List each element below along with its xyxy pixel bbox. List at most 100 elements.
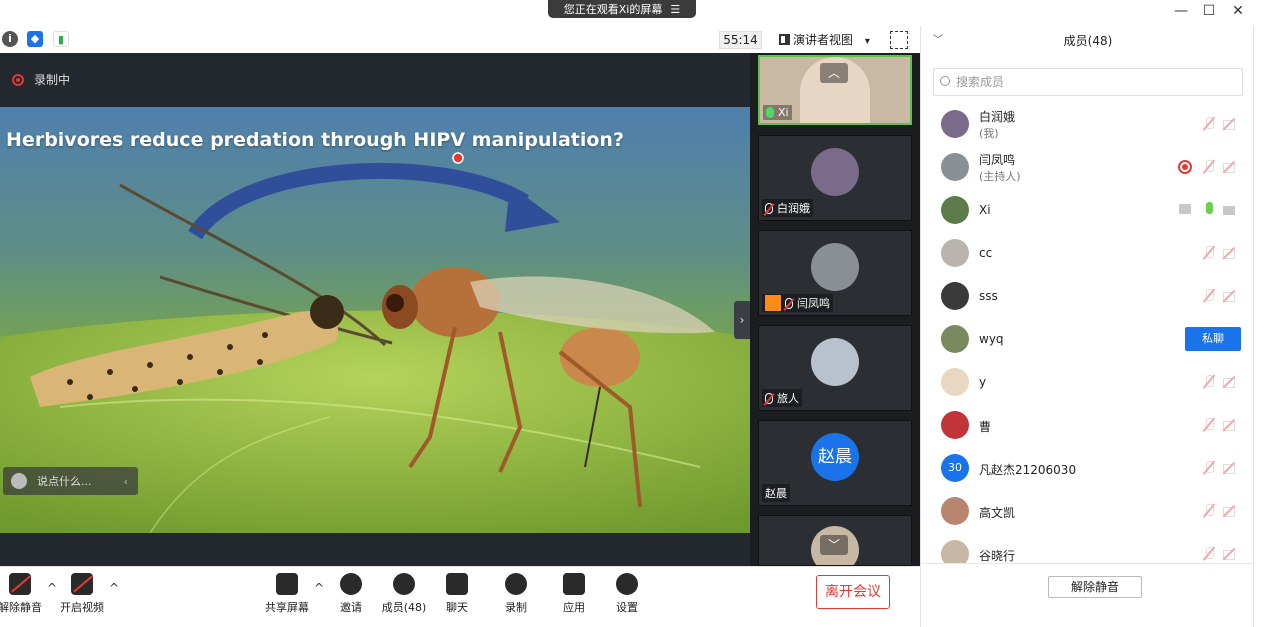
chat-label: 聊天	[446, 601, 468, 614]
title-bar: 您正在观看Xi的屏幕 ☰ — ☐ ✕	[0, 0, 1267, 26]
close-button[interactable]: ✕	[1228, 2, 1248, 20]
settings-button[interactable]: 设置	[597, 573, 657, 615]
leave-meeting-button[interactable]: 离开会议	[816, 575, 890, 609]
member-name: wyq	[979, 332, 1004, 346]
camera-off-icon[interactable]	[1223, 117, 1237, 131]
member-row[interactable]: cc	[921, 233, 1255, 273]
mic-muted-icon[interactable]	[1202, 289, 1216, 303]
member-row[interactable]: Xi	[921, 190, 1255, 230]
camera-off-icon[interactable]	[1223, 160, 1237, 174]
member-row[interactable]: sss	[921, 276, 1255, 316]
member-name: 闫凤鸣	[979, 153, 1016, 167]
start-video-button[interactable]: 开启视频	[52, 573, 112, 615]
shared-screen-stage: 录制中 Herbivores reduce predation through …	[0, 53, 750, 566]
share-screen-button[interactable]: 共享屏幕	[257, 573, 317, 615]
member-name: 凡赵杰21206030	[979, 463, 1077, 477]
tile-name: Xi	[778, 106, 789, 119]
member-row[interactable]: 30 凡赵杰21206030	[921, 448, 1255, 488]
chevron-left-icon[interactable]: ‹	[124, 475, 128, 488]
mic-muted-icon[interactable]	[1202, 117, 1216, 131]
share-banner-text: 您正在观看Xi的屏幕	[563, 3, 663, 16]
shield-icon[interactable]: ◆	[27, 31, 43, 47]
camera-off-icon[interactable]	[1223, 246, 1237, 260]
screen-share-icon	[1179, 204, 1191, 214]
collapse-panel-icon[interactable]: ﹀	[933, 26, 943, 56]
record-button[interactable]: 录制	[486, 573, 546, 615]
private-chat-button[interactable]: 私聊	[1185, 327, 1241, 351]
screen-share-banner[interactable]: 您正在观看Xi的屏幕 ☰	[548, 0, 696, 18]
camera-off-icon[interactable]	[1223, 289, 1237, 303]
apps-button[interactable]: 应用	[544, 573, 604, 615]
gallery-scroll-down-button[interactable]: ﹀	[820, 535, 848, 555]
members-button[interactable]: 成员(48)	[374, 573, 434, 615]
member-row[interactable]: 白润娥 (我)	[921, 104, 1255, 144]
view-mode-dropdown[interactable]: 演讲者视图 ▾	[773, 31, 881, 49]
video-tile[interactable]: 白润娥	[758, 135, 912, 221]
mic-muted-icon[interactable]	[1202, 375, 1216, 389]
avatar	[941, 368, 969, 396]
member-row[interactable]: 高文凯	[921, 491, 1255, 531]
member-name: cc	[979, 246, 993, 260]
recording-icon	[1178, 160, 1192, 174]
member-row[interactable]: wyq 私聊	[921, 319, 1255, 359]
member-name: 谷晓行	[979, 549, 1016, 563]
member-row[interactable]: 曹	[921, 405, 1255, 445]
camera-off-icon[interactable]	[1223, 375, 1237, 389]
tile-name: 旅人	[777, 392, 799, 405]
add-user-icon	[340, 573, 362, 595]
window-edge	[1254, 26, 1267, 627]
mic-muted-icon[interactable]	[1202, 418, 1216, 432]
expand-gallery-button[interactable]: ›	[734, 301, 750, 339]
chat-bubble-icon	[446, 573, 468, 595]
mic-muted-icon[interactable]	[1202, 504, 1216, 518]
mic-muted-icon[interactable]	[1202, 547, 1216, 561]
tile-label: 旅人	[762, 389, 802, 407]
meeting-timer: 55:14	[719, 31, 762, 49]
emoji-icon[interactable]	[11, 473, 27, 489]
chat-quick-input[interactable]: 说点什么... ‹	[3, 467, 138, 495]
avatar: 30	[941, 454, 969, 482]
share-screen-icon	[276, 573, 298, 595]
video-tile[interactable]: 闫凤鸣	[758, 230, 912, 316]
member-row[interactable]: 谷晓行	[921, 534, 1255, 563]
video-options-caret[interactable]: ^	[109, 581, 119, 595]
settings-label: 设置	[616, 601, 638, 614]
mic-on-icon[interactable]	[1206, 202, 1213, 214]
member-row[interactable]: 闫凤鸣 (主持人)	[921, 147, 1255, 187]
speaker-view-icon	[779, 34, 790, 45]
video-tile[interactable]: 旅人	[758, 325, 912, 411]
video-tile[interactable]: 赵晨 赵晨	[758, 420, 912, 506]
invite-label: 邀请	[340, 601, 362, 614]
member-row[interactable]: y	[921, 362, 1255, 402]
fullscreen-icon[interactable]	[890, 31, 908, 49]
camera-off-icon[interactable]	[1223, 547, 1237, 561]
invite-button[interactable]: 邀请	[321, 573, 381, 615]
tile-name: 赵晨	[765, 487, 787, 500]
mic-muted-icon[interactable]	[1202, 461, 1216, 475]
chat-button[interactable]: 聊天	[427, 573, 487, 615]
member-name: 高文凯	[979, 506, 1016, 520]
camera-off-icon[interactable]	[1223, 418, 1237, 432]
maximize-button[interactable]: ☐	[1199, 2, 1219, 20]
meeting-window: 您正在观看Xi的屏幕 ☰ — ☐ ✕ i ◆ ▮ 55:14 演讲者视图 ▾ 录…	[0, 0, 1267, 627]
minimize-button[interactable]: —	[1171, 2, 1191, 20]
unmute-self-button[interactable]: 解除静音	[1048, 576, 1142, 598]
info-icon[interactable]: i	[2, 31, 18, 47]
avatar	[941, 110, 969, 138]
host-icon	[765, 295, 781, 311]
member-search-input[interactable]: 搜索成员	[933, 68, 1243, 96]
signal-icon[interactable]: ▮	[53, 31, 69, 47]
tile-label: 赵晨	[762, 484, 790, 502]
mic-muted-icon[interactable]	[1202, 160, 1216, 174]
camera-off-icon[interactable]	[1223, 461, 1237, 475]
avatar	[941, 239, 969, 267]
list-icon[interactable]: ☰	[670, 3, 680, 16]
gallery-scroll-up-button[interactable]: ︿	[820, 63, 848, 83]
camera-off-icon[interactable]	[1223, 504, 1237, 518]
members-panel-title: 成员(48)	[1063, 34, 1113, 48]
camera-icon[interactable]	[1223, 206, 1235, 215]
mic-muted-icon	[765, 202, 773, 214]
unmute-button[interactable]: 解除静音	[0, 573, 50, 615]
video-gallery: Xi 白润娥 闫凤鸣 旅人 赵晨 赵晨 ︿ ﹀	[750, 53, 920, 566]
mic-muted-icon[interactable]	[1202, 246, 1216, 260]
